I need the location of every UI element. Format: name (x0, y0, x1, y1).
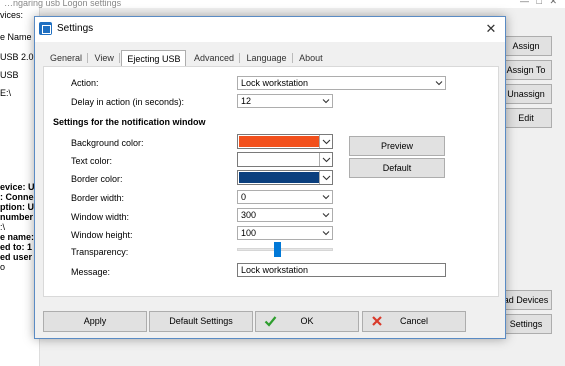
window-height-select[interactable]: 100 (237, 226, 333, 240)
delay-select[interactable]: 12 (237, 94, 333, 108)
tab-view[interactable]: View (90, 50, 121, 66)
border-color-label: Border color: (71, 174, 123, 184)
parent-list-line: number (0, 212, 34, 222)
dialog-titlebar: Settings ✕ (35, 17, 505, 42)
transparency-label: Transparency: (71, 247, 129, 257)
window-width-value: 300 (241, 210, 257, 220)
delay-value: 12 (241, 96, 252, 106)
action-value: Lock workstation (241, 78, 309, 88)
tab-about[interactable]: About (294, 50, 328, 66)
app-icon (39, 22, 52, 35)
ok-button[interactable]: OK (255, 311, 359, 332)
background-color-label: Background color: (71, 138, 144, 148)
tab-advanced[interactable]: Advanced (189, 50, 241, 66)
tab-language[interactable]: Language (242, 50, 293, 66)
parent-list-line: e name: (0, 232, 35, 242)
parent-window-controls[interactable]: — □ ✕ (520, 0, 557, 6)
tab-ejecting-usb[interactable]: Ejecting USB (121, 50, 187, 67)
cancel-button[interactable]: Cancel (362, 311, 466, 332)
text-color-picker[interactable] (237, 152, 333, 167)
parent-list-line: :\ (0, 222, 6, 232)
settings-dialog: Settings ✕ General View Ejecting USB Adv… (34, 16, 506, 339)
message-value: Lock workstation (241, 265, 309, 275)
window-width-label: Window width: (71, 212, 130, 222)
action-label: Action: (71, 78, 99, 88)
apply-label: Apply (83, 316, 107, 326)
ejecting-usb-panel: Action: Lock workstation Delay in action… (43, 66, 499, 297)
border-width-label: Border width: (71, 193, 125, 203)
parent-list-line: ed user (0, 252, 33, 262)
text-color-label: Text color: (71, 156, 113, 166)
parent-list-line: E:\ (0, 88, 12, 98)
apply-button[interactable]: Apply (43, 311, 147, 332)
text-color-swatch (239, 154, 319, 165)
parent-list-line: ed to: 1 (0, 242, 33, 252)
parent-window-title: …ngaring usb Logon settings — □ ✕ (0, 0, 565, 8)
close-icon[interactable]: ✕ (477, 17, 505, 42)
message-label: Message: (71, 267, 111, 277)
delay-label: Delay in action (in seconds): (71, 97, 185, 107)
chevron-down-icon[interactable] (319, 171, 332, 184)
dialog-title: Settings (57, 23, 94, 34)
ok-label: OK (300, 316, 314, 326)
tab-strip: General View Ejecting USB Advanced Langu… (45, 49, 328, 67)
window-height-value: 100 (241, 228, 257, 238)
parent-list-line: USB (0, 70, 19, 80)
cross-icon (371, 315, 383, 334)
cancel-label: Cancel (399, 316, 428, 326)
chevron-down-icon (321, 192, 331, 202)
default-button[interactable]: Default (349, 158, 445, 178)
border-width-select[interactable]: 0 (237, 190, 333, 204)
chevron-down-icon (321, 96, 331, 106)
notification-settings-heading: Settings for the notification window (53, 117, 206, 127)
transparency-slider-thumb[interactable] (274, 242, 282, 257)
chevron-down-icon (321, 210, 331, 220)
border-color-picker[interactable] (237, 170, 333, 185)
parent-list-line: e Name (0, 32, 32, 42)
background-color-picker[interactable] (237, 134, 333, 149)
message-input[interactable]: Lock workstation (237, 263, 446, 277)
default-settings-label: Default Settings (169, 316, 233, 326)
chevron-down-icon (321, 228, 331, 238)
border-color-swatch (239, 172, 319, 183)
border-width-value: 0 (241, 192, 247, 202)
preview-button[interactable]: Preview (349, 136, 445, 156)
window-width-select[interactable]: 300 (237, 208, 333, 222)
window-height-label: Window height: (71, 230, 133, 240)
tab-general[interactable]: General (45, 50, 89, 66)
parent-title-text: …ngaring usb Logon settings (4, 0, 122, 8)
chevron-down-icon[interactable] (319, 153, 332, 166)
parent-list-line: ption: Ur (0, 202, 38, 212)
background-color-swatch (239, 136, 319, 147)
parent-list-line: o (0, 262, 6, 272)
checkmark-icon (264, 315, 277, 334)
action-select[interactable]: Lock workstation (237, 76, 446, 90)
chevron-down-icon[interactable] (319, 135, 332, 148)
chevron-down-icon (434, 78, 444, 88)
default-settings-button[interactable]: Default Settings (149, 311, 253, 332)
parent-list-line: vices: (0, 10, 24, 20)
transparency-slider-track[interactable] (237, 248, 333, 251)
